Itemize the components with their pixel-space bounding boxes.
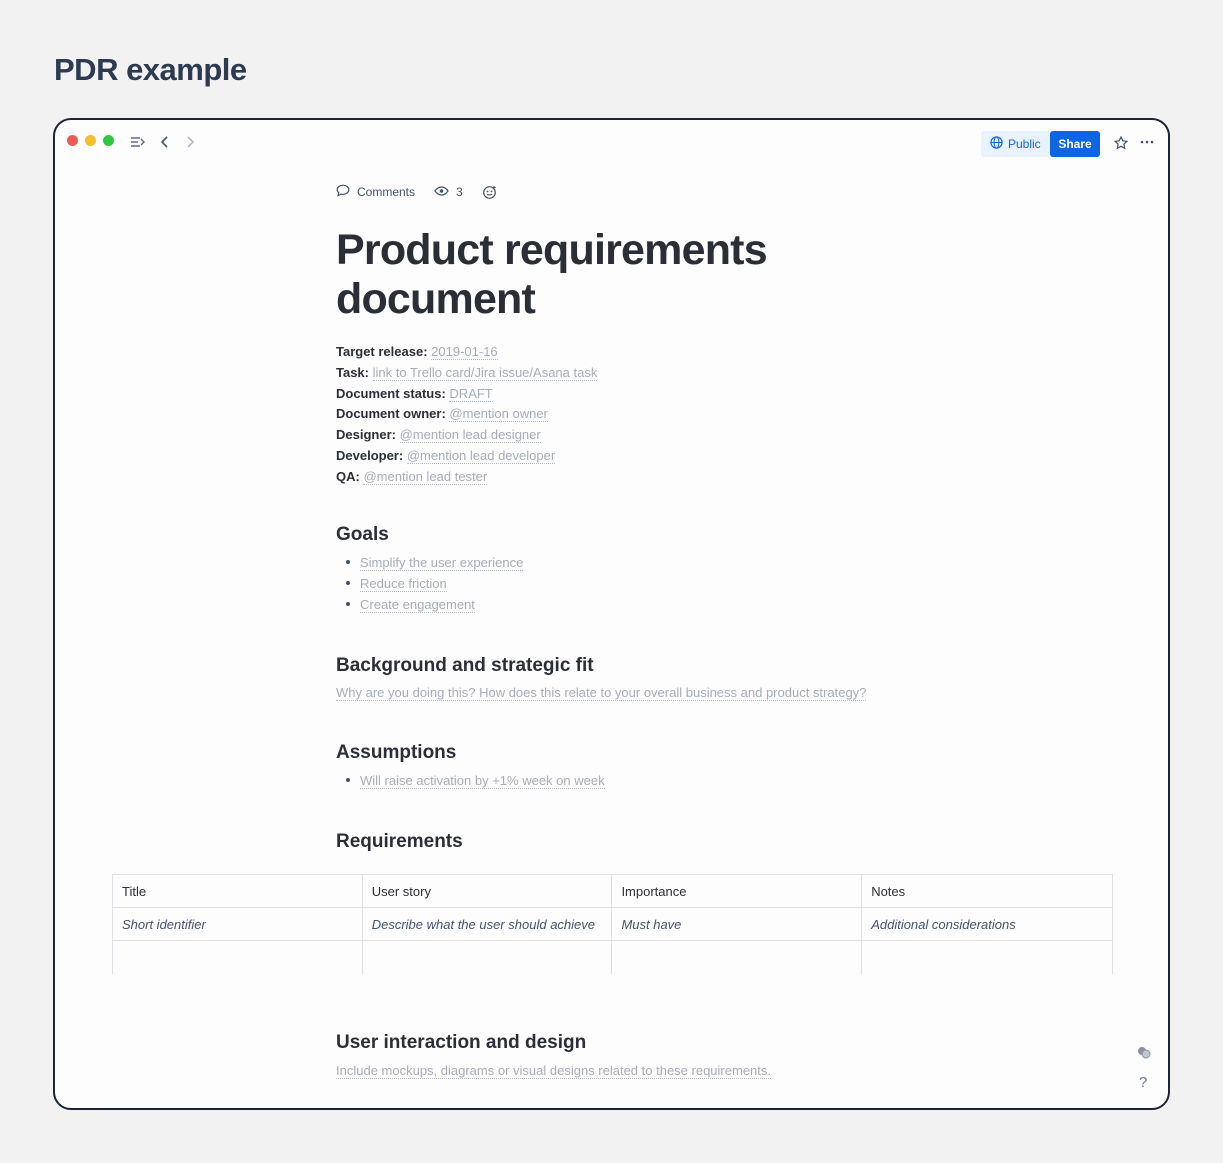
property-key: Document status: [336, 385, 442, 401]
property-designer: Designer: @mention lead designer: [336, 427, 541, 444]
property-value[interactable]: @mention owner: [449, 406, 548, 423]
assumption-text[interactable]: Will raise activation by +1% week on wee…: [360, 773, 605, 789]
maximize-window-button[interactable]: [103, 135, 114, 146]
property-key: Task: [336, 364, 365, 380]
sidebar-toggle-icon[interactable]: [128, 134, 146, 150]
property-value[interactable]: @mention lead designer: [399, 427, 541, 444]
view-count-value: 3: [456, 185, 463, 199]
table-cell[interactable]: Additional considerations: [861, 907, 1113, 941]
design-text: Include mockups, diagrams or visual desi…: [336, 1063, 771, 1079]
window-controls: [67, 135, 114, 146]
back-arrow-icon[interactable]: [156, 134, 174, 150]
comment-icon: [336, 184, 350, 200]
page-title: Product requirements document: [336, 226, 768, 323]
background-placeholder[interactable]: Why are you doing this? How does this re…: [336, 685, 867, 701]
requirements-heading: Requirements: [336, 831, 463, 852]
comments-link[interactable]: Comments: [336, 184, 415, 200]
list-item: Will raise activation by +1% week on wee…: [346, 770, 605, 791]
table-cell[interactable]: Describe what the user should achieve: [361, 907, 613, 941]
presence-avatars-icon[interactable]: [1137, 1046, 1151, 1062]
column-header-title[interactable]: Title: [112, 874, 363, 908]
goals-heading: Goals: [336, 524, 389, 545]
list-item: Create engagement: [345, 594, 523, 615]
star-icon[interactable]: [1112, 135, 1130, 151]
property-document-status: Document status: DRAFT: [336, 385, 493, 402]
more-options-icon[interactable]: [1138, 134, 1156, 150]
table-cell[interactable]: [112, 940, 363, 974]
forward-arrow-icon[interactable]: [181, 134, 199, 150]
public-label: Public: [1008, 137, 1041, 151]
column-header-importance[interactable]: Importance: [611, 874, 863, 908]
background-heading: Background and strategic fit: [336, 655, 594, 676]
table-row: [112, 940, 1113, 974]
list-item: Reduce friction: [345, 573, 523, 594]
property-developer: Developer: @mention lead developer: [336, 447, 556, 464]
list-item: Simplify the user experience: [345, 552, 524, 573]
goal-text[interactable]: Create engagement: [360, 597, 475, 613]
column-header-notes[interactable]: Notes: [861, 874, 1113, 908]
design-heading: User interaction and design: [336, 1032, 587, 1053]
app-window: Public Share Comments 3 Product requirem…: [53, 118, 1170, 1110]
table-cell[interactable]: [611, 940, 863, 974]
property-key: QA: [336, 468, 356, 484]
property-value[interactable]: @mention lead developer: [406, 447, 556, 464]
document-properties: Target release: 2019-01-16 Task: link to…: [336, 342, 598, 488]
property-task: Task: link to Trello card/Jira issue/Asa…: [336, 364, 598, 381]
close-window-button[interactable]: [67, 135, 78, 146]
table-row: Short identifier Describe what the user …: [112, 907, 1113, 941]
table-cell[interactable]: Short identifier: [112, 907, 363, 941]
page-meta: Comments 3: [336, 184, 516, 200]
property-value[interactable]: 2019-01-16: [431, 344, 498, 360]
assumptions-list: Will raise activation by +1% week on wee…: [346, 770, 605, 791]
property-value[interactable]: @mention lead tester: [363, 468, 488, 485]
property-key: Developer: [336, 447, 399, 463]
background-text: Why are you doing this? How does this re…: [336, 685, 867, 701]
property-key: Document owner: [336, 406, 442, 422]
table-header-row: Title User story Importance Notes: [112, 874, 1113, 908]
property-document-owner: Document owner: @mention owner: [336, 406, 548, 423]
comments-label: Comments: [357, 185, 416, 199]
table-cell[interactable]: [361, 940, 613, 974]
share-button[interactable]: Share: [1050, 131, 1100, 157]
property-qa: QA: @mention lead tester: [336, 468, 488, 485]
table-cell[interactable]: [861, 940, 1113, 974]
requirements-table: Title User story Importance Notes Short …: [112, 874, 1113, 974]
table-cell[interactable]: Must have: [611, 907, 863, 941]
assumptions-heading: Assumptions: [336, 742, 457, 763]
property-target-release: Target release: 2019-01-16: [336, 344, 498, 360]
goal-text[interactable]: Reduce friction: [360, 576, 447, 592]
public-button[interactable]: Public: [981, 131, 1050, 157]
property-value[interactable]: link to Trello card/Jira issue/Asana tas…: [372, 364, 598, 381]
eye-icon: [434, 185, 449, 199]
minimize-window-button[interactable]: [85, 135, 96, 146]
property-value[interactable]: DRAFT: [449, 385, 493, 402]
goals-list: Simplify the user experience Reduce fric…: [345, 552, 524, 615]
add-reaction-icon[interactable]: [482, 185, 497, 200]
frame-title: PDR example: [54, 52, 247, 87]
help-icon[interactable]: ?: [1139, 1074, 1147, 1091]
property-key: Target release: [336, 344, 424, 359]
globe-icon: [990, 136, 1003, 152]
design-placeholder[interactable]: Include mockups, diagrams or visual desi…: [336, 1063, 771, 1079]
goal-text[interactable]: Simplify the user experience: [360, 555, 524, 571]
property-key: Designer: [336, 427, 392, 443]
column-header-user-story[interactable]: User story: [361, 874, 613, 908]
view-count[interactable]: 3: [434, 185, 463, 199]
